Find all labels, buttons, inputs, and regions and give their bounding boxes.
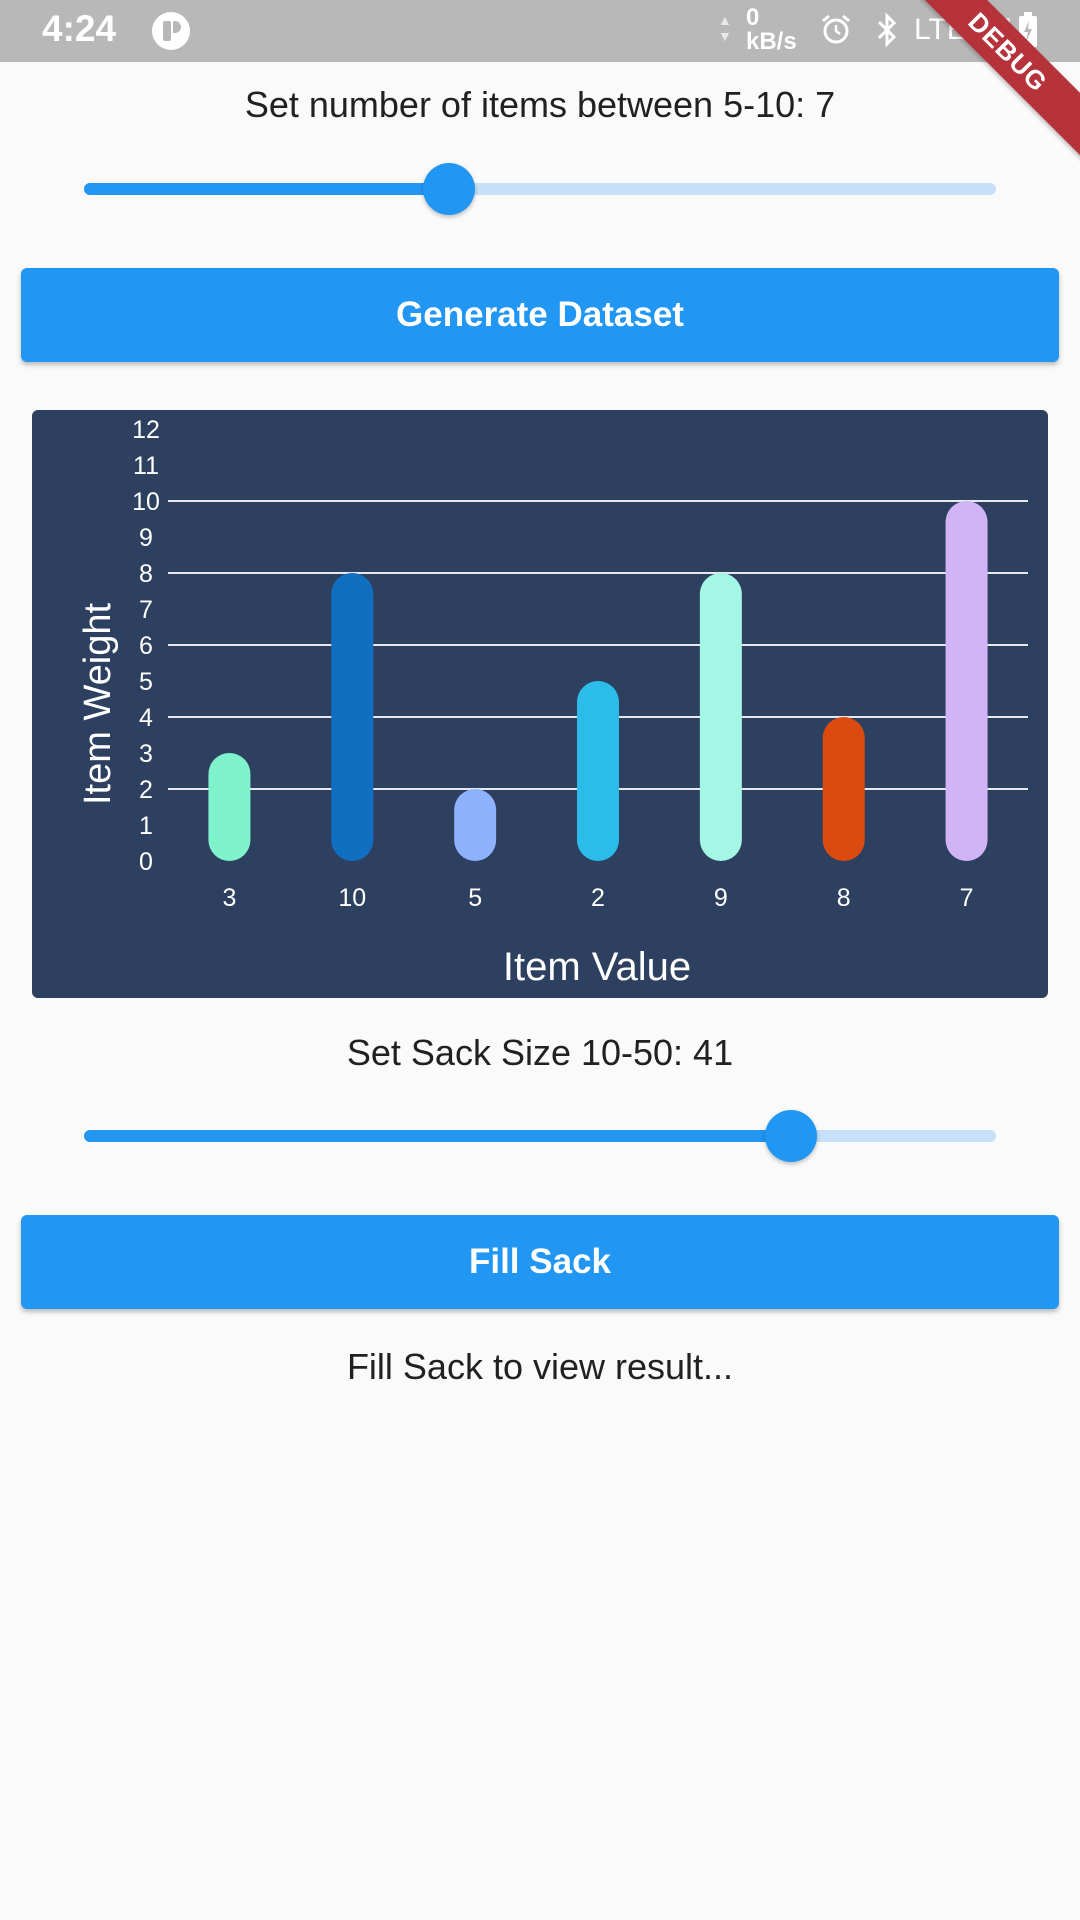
chart-bar: [577, 681, 619, 861]
x-tick-label: 9: [714, 884, 728, 912]
slider-active-track: [84, 183, 449, 195]
y-tick-label: 11: [133, 452, 159, 480]
y-tick-label: 5: [139, 668, 153, 696]
slider-active-track: [84, 1130, 791, 1142]
chart-bar: [699, 573, 742, 861]
slider-thumb[interactable]: [423, 163, 475, 215]
sack-slider-label: Set Sack Size 10-50: 41: [346, 1032, 734, 1073]
bar-chart-svg: 0123456789101112 3 10 5 2 9 8 7 Item Weight It…: [77, 416, 1028, 989]
y-axis-title: Item Weight: [77, 603, 119, 805]
generate-dataset-button[interactable]: Generate Dataset: [21, 268, 1059, 362]
slider-thumb[interactable]: [765, 1110, 817, 1162]
net-speed: 0 kB/s: [746, 6, 797, 54]
items-slider-label: Set number of items between 5-10: 7: [244, 84, 836, 125]
x-tick-label: 2: [591, 884, 605, 912]
x-axis-title: Item Value: [503, 945, 691, 989]
chart-bar: [945, 501, 988, 861]
y-tick-label: 4: [139, 704, 153, 732]
chart-bar: [331, 573, 374, 861]
chart-bar: [822, 717, 865, 861]
y-tick-label: 8: [139, 560, 153, 588]
net-speed-value: 0: [746, 4, 760, 31]
net-speed-unit: kB/s: [746, 28, 797, 55]
result-text: Fill Sack to view result...: [346, 1346, 734, 1387]
y-tick-label: 0: [139, 848, 153, 876]
y-tick-label: 9: [139, 524, 153, 552]
y-tick-label: 7: [139, 596, 153, 624]
y-tick-label: 10: [132, 488, 160, 516]
x-tick-label: 8: [837, 884, 851, 912]
chart-bar: [454, 789, 497, 861]
status-time: 4:24: [42, 8, 117, 49]
x-tick-label: 7: [960, 884, 974, 912]
x-tick-label: 3: [222, 884, 236, 912]
fill-sack-button[interactable]: Fill Sack: [21, 1215, 1059, 1309]
bluetooth-icon: [877, 12, 897, 48]
y-tick-label: 3: [139, 740, 153, 768]
y-tick-label: 6: [139, 632, 153, 660]
y-tick-label: 2: [139, 776, 153, 804]
data-arrows-icon: ▲ ▼: [718, 12, 732, 44]
y-tick-label: 12: [132, 416, 160, 444]
x-tick-label: 5: [468, 884, 482, 912]
app-icon: [152, 12, 190, 50]
sack-size-slider[interactable]: [84, 1106, 996, 1166]
item-chart: 0 1 2 3 4 5 6 7 8 9 10 11 12 3 10 5 2 9 8 7 Item Weight It…: [32, 410, 1048, 998]
y-tick-label: 1: [139, 812, 153, 840]
x-tick-label: 10: [338, 884, 366, 912]
alarm-icon: [822, 14, 850, 44]
items-slider[interactable]: [84, 159, 996, 219]
chart-bar: [208, 753, 251, 861]
status-bar: 4:24 ▲ ▼ 0 kB/s LTE: [0, 0, 1080, 62]
